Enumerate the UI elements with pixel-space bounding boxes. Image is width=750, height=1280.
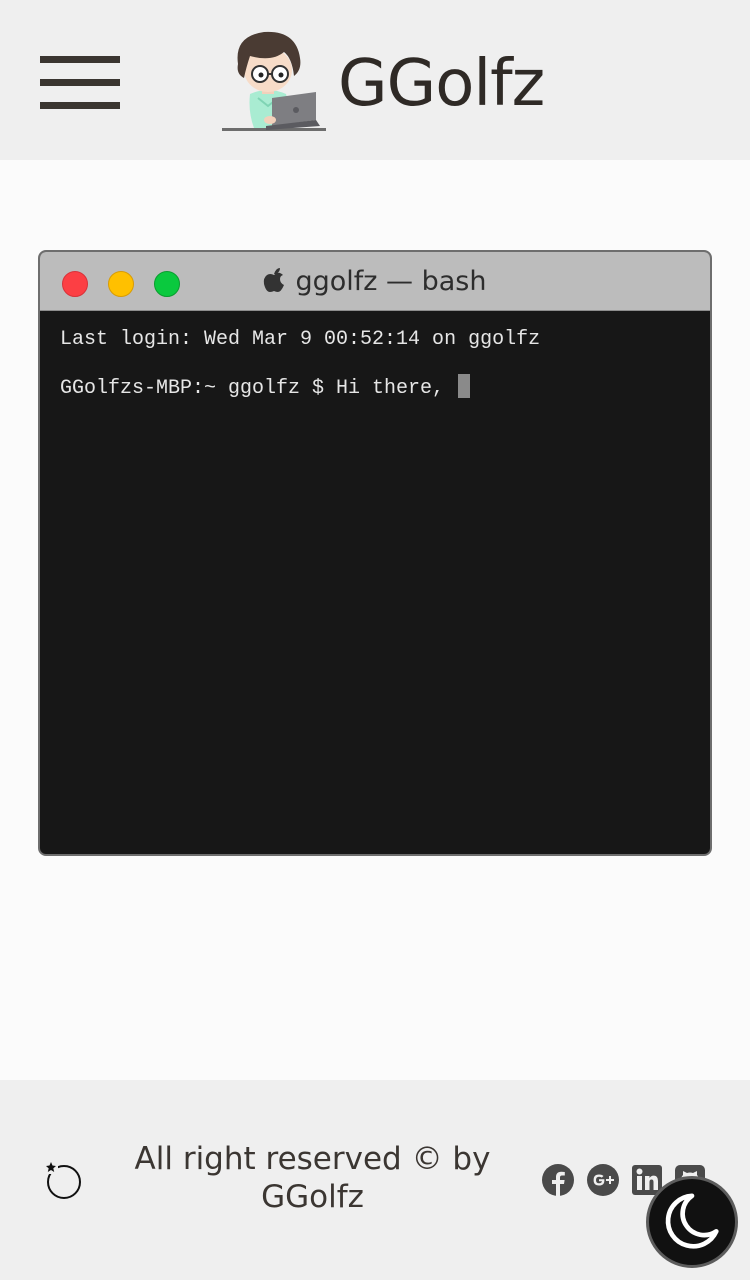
menu-bar <box>40 79 120 86</box>
facebook-icon[interactable] <box>542 1164 574 1196</box>
terminal-output[interactable]: Last login: Wed Mar 9 00:52:14 on ggolfz… <box>60 326 690 402</box>
terminal-cursor <box>458 374 471 398</box>
developer-avatar-illustration <box>222 31 326 131</box>
menu-bar <box>40 102 120 109</box>
terminal-titlebar: ggolfz — bash <box>40 252 710 311</box>
terminal-line: Last login: Wed Mar 9 00:52:14 on ggolfz <box>60 328 541 351</box>
terminal-title-text: ggolfz — bash <box>295 266 487 297</box>
loading-spinner-icon <box>46 1162 81 1199</box>
site-header: GGolfz <box>0 0 750 160</box>
apple-logo-icon <box>264 268 285 292</box>
dark-mode-toggle-button[interactable] <box>646 1176 738 1268</box>
site-footer: All right reserved © by GGolfz <box>0 1080 750 1280</box>
terminal-window: ggolfz — bash Last login: Wed Mar 9 00:5… <box>38 250 712 856</box>
copyright-text: All right reserved © by GGolfz <box>134 1141 491 1215</box>
terminal-prompt-text: GGolfzs-MBP:~ ggolfz $ Hi there, <box>60 377 445 400</box>
moon-icon <box>665 1193 719 1249</box>
google-plus-icon[interactable] <box>587 1164 619 1196</box>
brand-name[interactable]: GGolfz <box>338 44 545 124</box>
hamburger-menu-icon[interactable] <box>40 54 120 114</box>
terminal-title: ggolfz — bash <box>40 252 710 310</box>
terminal-prompt-line: GGolfzs-MBP:~ ggolfz $ Hi there, <box>60 374 690 402</box>
menu-bar <box>40 56 120 63</box>
